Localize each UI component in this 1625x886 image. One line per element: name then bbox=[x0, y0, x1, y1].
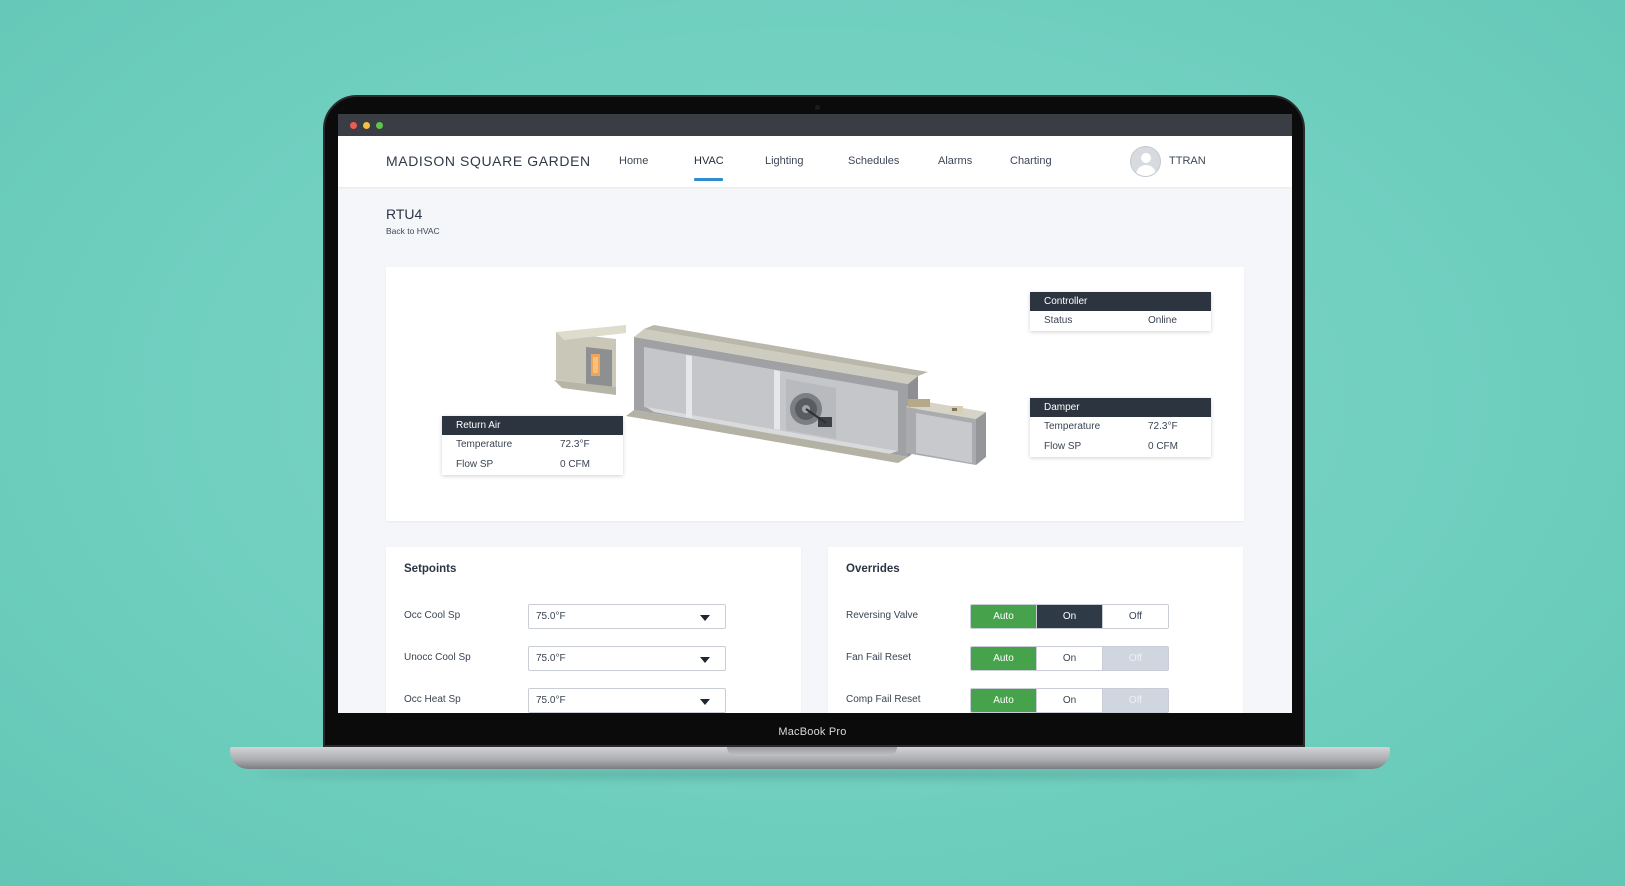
damper-temperature-value: 72.3°F bbox=[1148, 421, 1178, 432]
overrides-panel: Overrides Reversing Valve Auto On Off Fa… bbox=[828, 547, 1243, 713]
username[interactable]: TTRAN bbox=[1169, 155, 1206, 167]
return-air-temperature-label: Temperature bbox=[456, 439, 513, 450]
nav-charting[interactable]: Charting bbox=[1010, 155, 1052, 167]
setpoint-label: Unocc Cool Sp bbox=[404, 652, 471, 663]
occ-cool-sp-select[interactable]: 75.0°F bbox=[528, 604, 726, 629]
damper-flow-label: Flow SP bbox=[1044, 441, 1082, 452]
damper-temperature-label: Temperature bbox=[1044, 421, 1101, 432]
damper-temperature-row: Temperature 72.3°F bbox=[1030, 417, 1211, 437]
setpoint-label: Occ Cool Sp bbox=[404, 610, 461, 621]
on-option[interactable]: On bbox=[1036, 605, 1102, 628]
occ-heat-sp-select[interactable]: 75.0°F bbox=[528, 688, 726, 713]
off-option[interactable]: Off bbox=[1102, 689, 1168, 712]
back-link[interactable]: Back to HVAC bbox=[386, 226, 440, 236]
on-option[interactable]: On bbox=[1036, 689, 1102, 712]
minimize-window-button[interactable] bbox=[363, 122, 370, 129]
maximize-window-button[interactable] bbox=[376, 122, 383, 129]
auto-option[interactable]: Auto bbox=[971, 605, 1036, 628]
select-value: 75.0°F bbox=[536, 611, 566, 622]
controller-status-row: Status Online bbox=[1030, 311, 1211, 331]
overrides-title: Overrides bbox=[846, 563, 900, 575]
damper-info: Damper Temperature 72.3°F Flow SP 0 CFM bbox=[1030, 398, 1211, 457]
setpoints-panel: Setpoints Occ Cool Sp 75.0°F Unocc Cool … bbox=[386, 547, 801, 713]
nav-hvac[interactable]: HVAC bbox=[694, 155, 724, 167]
laptop-notch bbox=[727, 747, 897, 756]
override-label: Reversing Valve bbox=[846, 610, 919, 621]
select-value: 75.0°F bbox=[536, 653, 566, 664]
comp-fail-reset-toggle[interactable]: Auto On Off bbox=[970, 688, 1169, 713]
return-air-flow-row: Flow SP 0 CFM bbox=[442, 455, 623, 475]
setpoints-title: Setpoints bbox=[404, 563, 457, 575]
fan-fail-reset-toggle[interactable]: Auto On Off bbox=[970, 646, 1169, 671]
top-navbar: MADISON SQUARE GARDEN Home HVAC Lighting… bbox=[338, 136, 1292, 187]
return-air-flow-value: 0 CFM bbox=[560, 459, 590, 470]
controller-info: Controller Status Online bbox=[1030, 292, 1211, 331]
equipment-card: Return Air Temperature 72.3°F Flow SP 0 … bbox=[386, 267, 1244, 521]
return-air-temperature-value: 72.3°F bbox=[560, 439, 590, 450]
auto-option[interactable]: Auto bbox=[971, 647, 1036, 670]
damper-title: Damper bbox=[1030, 398, 1211, 417]
nav-alarms[interactable]: Alarms bbox=[938, 155, 972, 167]
controller-status-label: Status bbox=[1044, 315, 1073, 326]
reversing-valve-toggle[interactable]: Auto On Off bbox=[970, 604, 1169, 629]
auto-option[interactable]: Auto bbox=[971, 689, 1036, 712]
camera bbox=[815, 105, 820, 110]
select-value: 75.0°F bbox=[536, 695, 566, 706]
return-air-info: Return Air Temperature 72.3°F Flow SP 0 … bbox=[442, 416, 623, 475]
return-air-flow-label: Flow SP bbox=[456, 459, 494, 470]
controller-title: Controller bbox=[1030, 292, 1211, 311]
on-option[interactable]: On bbox=[1036, 647, 1102, 670]
screen: MADISON SQUARE GARDEN Home HVAC Lighting… bbox=[338, 114, 1292, 713]
page-title: RTU4 bbox=[386, 206, 423, 222]
damper-flow-row: Flow SP 0 CFM bbox=[1030, 437, 1211, 457]
user-avatar-icon[interactable] bbox=[1130, 146, 1161, 177]
return-air-title: Return Air bbox=[442, 416, 623, 435]
window-titlebar bbox=[338, 114, 1292, 136]
close-window-button[interactable] bbox=[350, 122, 357, 129]
unocc-cool-sp-select[interactable]: 75.0°F bbox=[528, 646, 726, 671]
laptop-shadow bbox=[260, 769, 1360, 779]
nav-schedules[interactable]: Schedules bbox=[848, 155, 899, 167]
nav-home[interactable]: Home bbox=[619, 155, 648, 167]
setpoint-label: Occ Heat Sp bbox=[404, 694, 461, 705]
chevron-down-icon bbox=[700, 699, 710, 705]
off-option[interactable]: Off bbox=[1102, 605, 1168, 628]
override-label: Fan Fail Reset bbox=[846, 652, 912, 663]
nav-active-indicator bbox=[694, 178, 723, 181]
chevron-down-icon bbox=[700, 657, 710, 663]
chevron-down-icon bbox=[700, 615, 710, 621]
app-logo[interactable]: MADISON SQUARE GARDEN bbox=[386, 153, 591, 169]
damper-flow-value: 0 CFM bbox=[1148, 441, 1178, 452]
off-option[interactable]: Off bbox=[1102, 647, 1168, 670]
device-label: MacBook Pro bbox=[778, 726, 847, 738]
return-air-temperature-row: Temperature 72.3°F bbox=[442, 435, 623, 455]
override-label: Comp Fail Reset bbox=[846, 694, 921, 705]
nav-lighting[interactable]: Lighting bbox=[765, 155, 804, 167]
controller-status-value: Online bbox=[1148, 315, 1177, 326]
